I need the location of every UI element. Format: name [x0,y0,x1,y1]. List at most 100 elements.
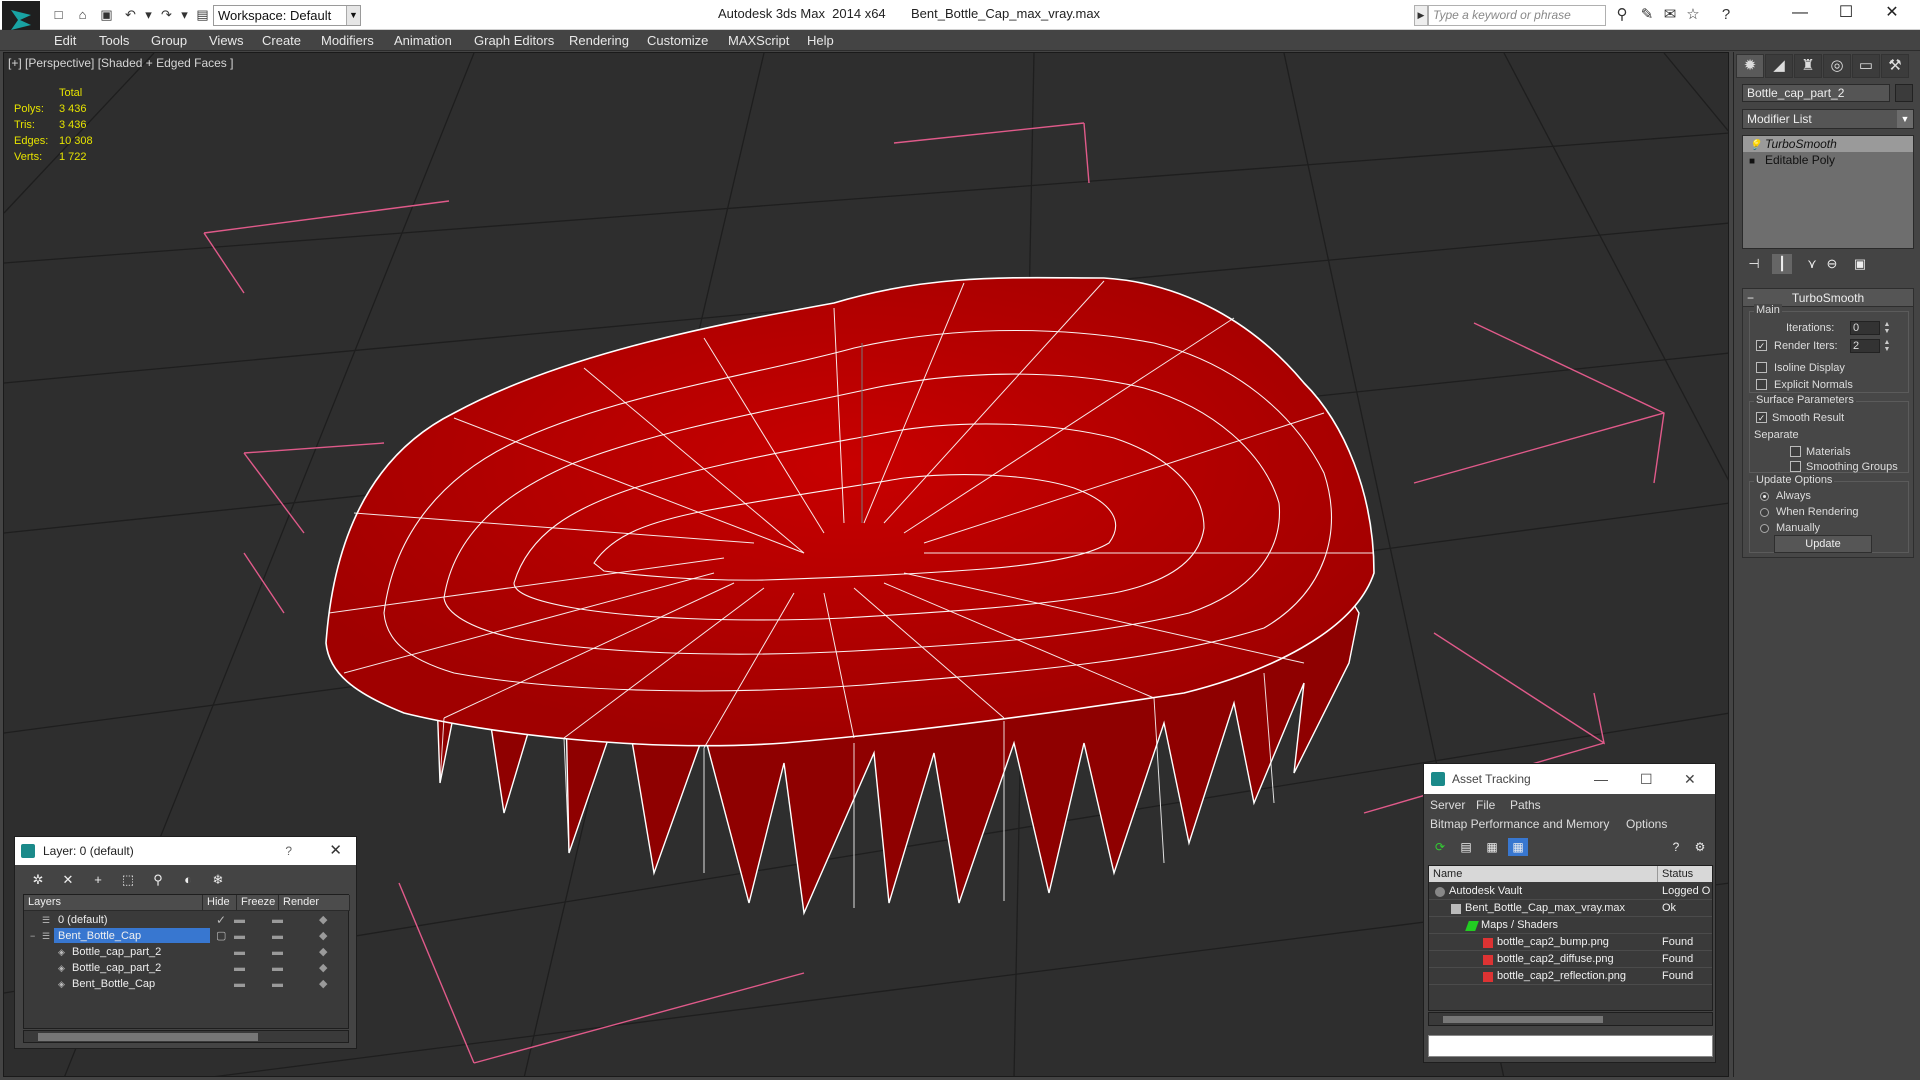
pin-stack-icon[interactable]: ⊣ [1744,254,1764,274]
project-folder-icon[interactable]: ▤ [194,7,211,23]
search-input[interactable]: Type a keyword or phrase [1428,5,1606,26]
expand-icon[interactable]: ■ [1749,154,1755,170]
iterations-spinner[interactable]: 0 [1850,321,1880,335]
minimize-icon[interactable]: — [1777,0,1823,28]
checkmark-icon[interactable]: ✓ [216,912,226,928]
menu-views[interactable]: Views [209,33,243,48]
menu-customize[interactable]: Customize [647,33,708,48]
freeze-toggle[interactable]: ▬ [272,976,283,992]
current-layer-icon[interactable]: ▢ [216,928,226,944]
horizontal-scrollbar[interactable] [23,1030,349,1043]
asset-row[interactable]: Bent_Bottle_Cap_max_vray.max Ok [1429,900,1712,917]
asset-status-field[interactable] [1428,1035,1713,1057]
create-layer-icon[interactable]: ✲ [27,871,49,889]
remove-modifier-icon[interactable]: ⊖ [1822,254,1842,274]
detail-view-icon[interactable]: ▦ [1482,838,1502,856]
always-radio[interactable] [1760,492,1769,501]
menu-help[interactable]: Help [807,33,834,48]
column-header-status[interactable]: Status [1658,866,1712,882]
render-iters-checkbox[interactable]: ✓ [1756,340,1767,351]
asset-row[interactable]: bottle_cap2_reflection.png Found [1429,968,1712,985]
freeze-toggle[interactable]: ▬ [272,960,283,976]
table-view-icon[interactable]: ▦ [1508,838,1528,856]
menu-group[interactable]: Group [151,33,187,48]
close-icon[interactable]: ✕ [1869,0,1915,28]
help-icon[interactable]: ? [1666,838,1686,856]
minimize-icon[interactable]: — [1594,764,1608,794]
make-unique-icon[interactable]: ⋎ [1802,254,1822,274]
hide-all-icon[interactable]: ◐ [177,871,199,889]
explicit-normals-checkbox[interactable] [1756,379,1767,390]
render-teapot-icon[interactable]: ◆ [319,976,327,992]
asset-row[interactable]: bottle_cap2_bump.png Found [1429,934,1712,951]
save-file-icon[interactable]: ▣ [98,7,115,23]
menu-tools[interactable]: Tools [99,33,129,48]
redo-icon[interactable]: ↷ [158,7,175,23]
display-tab-icon[interactable]: ▭ [1852,54,1880,78]
menu-edit[interactable]: Edit [54,33,76,48]
freeze-toggle[interactable]: ▬ [272,912,283,928]
menu-rendering[interactable]: Rendering [569,33,629,48]
object-name-field[interactable]: Bottle_cap_part_2 [1742,84,1890,102]
smoothing-groups-checkbox[interactable] [1790,461,1801,472]
layer-row[interactable]: ◈ Bottle_cap_part_2 ▬ ▬ ◆ [24,944,348,960]
menu-paths[interactable]: Paths [1510,798,1541,812]
close-icon[interactable]: ✕ [1684,764,1696,794]
new-file-icon[interactable]: □ [50,7,67,23]
help-icon[interactable]: ? [285,837,292,865]
highlight-layer-icon[interactable]: ⚲ [147,871,169,889]
object-color-swatch[interactable] [1895,84,1913,102]
column-header-freeze[interactable]: Freeze [237,895,279,911]
configure-sets-icon[interactable]: ▣ [1850,254,1870,274]
asset-row[interactable]: Autodesk Vault Logged O [1429,883,1712,900]
render-teapot-icon[interactable]: ◆ [319,960,327,976]
hide-toggle[interactable]: ▬ [234,944,245,960]
update-button[interactable]: Update [1774,535,1872,553]
help-icon[interactable]: ? [1716,6,1736,24]
column-header-layers[interactable]: Layers [24,895,203,911]
workspace-select[interactable]: Workspace: Default ▼ [213,5,361,26]
hide-toggle[interactable]: ▬ [234,928,245,944]
asset-row[interactable]: Maps / Shaders [1429,917,1712,934]
motion-tab-icon[interactable]: ◎ [1823,54,1851,78]
list-view-icon[interactable]: ▤ [1456,838,1476,856]
column-header-render[interactable]: Render [279,895,350,911]
layer-row[interactable]: ◈ Bent_Bottle_Cap ▬ ▬ ◆ [24,976,348,992]
isoline-display-checkbox[interactable] [1756,362,1767,373]
options-icon[interactable]: ⚙ [1690,838,1710,856]
menu-modifiers[interactable]: Modifiers [321,33,374,48]
stack-item-turbosmooth[interactable]: 💡 TurboSmooth [1743,136,1913,152]
delete-layer-icon[interactable]: ✕ [57,871,79,889]
modify-tab-icon[interactable]: ◢ [1765,54,1793,78]
subscription-icon[interactable]: ✎ [1637,6,1657,24]
favorites-star-icon[interactable]: ☆ [1683,6,1703,24]
menu-graph-editors[interactable]: Graph Editors [474,33,554,48]
search-expand-icon[interactable]: ▶ [1414,5,1428,26]
smooth-result-checkbox[interactable]: ✓ [1756,412,1767,423]
communication-icon[interactable]: ✉ [1660,6,1680,24]
menu-server[interactable]: Server [1430,798,1465,812]
open-file-icon[interactable]: ⌂ [74,7,91,23]
binoculars-icon[interactable]: ⚲ [1612,6,1632,24]
undo-dropdown-icon[interactable]: ▾ [140,7,157,23]
layer-row[interactable]: ☰ 0 (default) ✓ ▬ ▬ ◆ [24,912,348,928]
chevron-down-icon[interactable]: ▼ [1897,110,1913,128]
refresh-icon[interactable]: ⟳ [1430,838,1450,856]
asset-row[interactable]: bottle_cap2_diffuse.png Found [1429,951,1712,968]
expand-icon[interactable]: − [30,928,35,944]
manually-radio[interactable] [1760,524,1769,533]
stack-item-editable-poly[interactable]: ■ Editable Poly [1743,152,1913,168]
undo-icon[interactable]: ↶ [122,7,139,23]
freeze-toggle[interactable]: ▬ [272,944,283,960]
modifier-list-dropdown[interactable]: Modifier List ▼ [1742,109,1914,129]
column-header-hide[interactable]: Hide [203,895,237,911]
scroll-thumb[interactable] [38,1033,258,1041]
utilities-tab-icon[interactable]: ⚒ [1881,54,1909,78]
hide-toggle[interactable]: ▬ [234,912,245,928]
when-rendering-radio[interactable] [1760,508,1769,517]
materials-checkbox[interactable] [1790,446,1801,457]
hide-toggle[interactable]: ▬ [234,976,245,992]
asset-dialog-titlebar[interactable]: Asset Tracking — ☐ ✕ [1424,764,1715,794]
render-teapot-icon[interactable]: ◆ [319,944,327,960]
hide-toggle[interactable]: ▬ [234,960,245,976]
